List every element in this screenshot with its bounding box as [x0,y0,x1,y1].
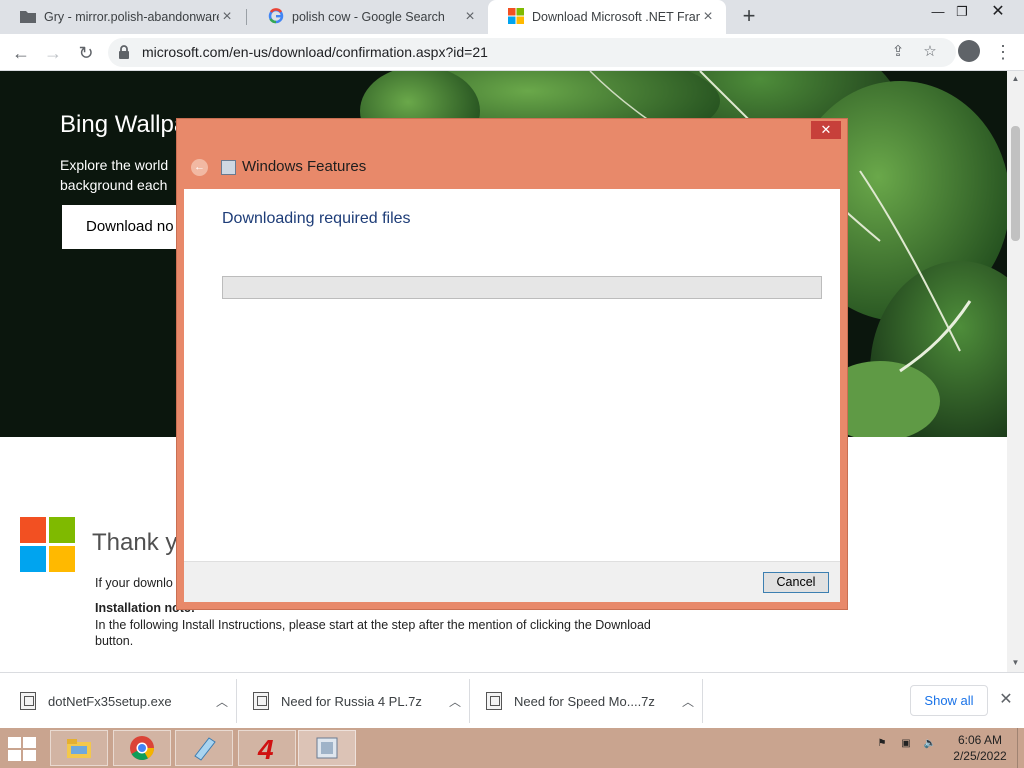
cancel-button[interactable]: Cancel [763,572,829,593]
download-item-name: Need for Russia 4 PL.7z [281,693,422,709]
logo-square-blue [20,546,46,572]
close-icon[interactable]: × [219,8,235,26]
google-icon [268,7,284,27]
download-item[interactable]: Need for Russia 4 PL.7z ︿ [253,679,465,723]
divider [702,679,703,723]
network-icon[interactable]: ▣ [898,738,914,756]
divider [236,679,237,723]
chevron-up-icon[interactable]: ︿ [445,693,465,710]
tab-label: polish cow - Google Search [292,10,445,24]
scroll-up-icon[interactable]: ▲ [1010,74,1021,84]
address-bar[interactable]: microsoft.com/en-us/download/confirmatio… [108,38,956,67]
dialog-title: Windows Features [242,158,367,175]
tab-download-dotnet[interactable]: Download Microsoft .NET Frame × [488,0,726,34]
dialog-body: Downloading required files [184,189,840,561]
notepad-icon[interactable] [175,730,233,766]
restore-icon[interactable]: ❐ [948,2,976,22]
clock-date[interactable]: 2/25/2022 [950,749,1010,763]
browser-toolbar: ← → ↻ microsoft.com/en-us/download/confi… [0,34,1024,71]
windows-features-icon[interactable] [298,730,356,766]
chrome-icon[interactable] [113,730,171,766]
url-text[interactable]: microsoft.com/en-us/download/confirmatio… [142,44,488,60]
reload-icon[interactable]: ↻ [73,40,99,66]
download-now-button[interactable]: Download no [62,205,182,249]
back-arrow-icon[interactable]: ← [191,159,208,176]
tab-gry-mirror[interactable]: Gry - mirror.polish-abandonware × [0,0,245,34]
close-icon[interactable]: × [700,8,716,26]
dialog-close-button[interactable]: ✕ [811,121,841,139]
lock-icon[interactable] [118,44,130,60]
microsoft-logo [20,517,76,573]
dialog-footer: Cancel [184,561,840,602]
volume-muted-icon[interactable]: 🔈 [922,738,938,756]
windows-features-dialog: ✕ ← Windows Features Downloading require… [176,118,848,610]
browser-tab-strip: Gry - mirror.polish-abandonware × polish… [0,0,1024,34]
menu-icon[interactable]: ⋮ [994,40,1012,64]
download-shelf: dotNetFx35setup.exe ︿ Need for Russia 4 … [0,672,1024,728]
download-item-name: dotNetFx35setup.exe [48,693,172,709]
close-window-icon[interactable]: ✕ [984,2,1012,22]
microsoft-icon [508,7,524,27]
nfr4-icon[interactable]: 4 [238,730,296,766]
clock-time[interactable]: 6:06 AM [955,733,1005,747]
download-item[interactable]: dotNetFx35setup.exe ︿ [20,679,232,723]
start-button[interactable] [8,737,38,761]
new-tab-button[interactable]: + [736,3,762,29]
action-center-icon[interactable]: ⚑ [874,738,890,756]
divider [469,679,470,723]
close-icon[interactable]: ✕ [996,689,1016,711]
tab-google-search[interactable]: polish cow - Google Search × [248,0,488,34]
logo-square-yellow [49,546,75,572]
archive-icon [253,692,269,710]
download-item[interactable]: Need for Speed Mo....7z ︿ [486,679,698,723]
hero-description: Explore the world background each [60,157,169,193]
download-hint-text: If your downlo [95,576,173,590]
show-all-button[interactable]: Show all [910,685,988,716]
download-progress-bar [222,276,822,299]
page-scrollbar[interactable]: ▲ ▼ [1007,71,1024,672]
chevron-up-icon[interactable]: ︿ [678,693,698,710]
profile-icon[interactable] [958,40,980,62]
svg-text:4: 4 [257,734,274,762]
download-item-name: Need for Speed Mo....7z [514,693,655,709]
windows-features-icon [221,160,236,175]
star-icon[interactable]: ☆ [920,42,940,62]
file-explorer-icon[interactable] [50,730,108,766]
chevron-up-icon[interactable]: ︿ [212,693,232,710]
close-icon[interactable]: × [462,8,478,26]
tab-label: Download Microsoft .NET Frame [532,10,700,24]
file-icon [20,692,36,710]
dialog-heading: Downloading required files [222,210,411,227]
tab-separator [246,9,247,25]
tab-label: Gry - mirror.polish-abandonware [44,10,219,24]
hero-title: Bing Wallpa [60,111,188,138]
folder-icon [20,9,36,26]
archive-icon [486,692,502,710]
share-icon[interactable]: ⇪ [888,42,908,62]
show-desktop-button[interactable] [1017,728,1024,768]
scroll-down-icon[interactable]: ▼ [1010,658,1021,668]
scroll-thumb[interactable] [1011,126,1020,241]
back-icon[interactable]: ← [8,40,34,66]
forward-icon[interactable]: → [40,40,66,66]
system-tray: ⚑ ▣ 🔈 [872,738,942,758]
windows-taskbar: 4 ⚑ ▣ 🔈 6:06 AM 2/25/2022 [0,728,1024,768]
installation-note-text: In the following Install Instructions, p… [95,618,651,648]
logo-square-red [20,517,46,543]
logo-square-green [49,517,75,543]
